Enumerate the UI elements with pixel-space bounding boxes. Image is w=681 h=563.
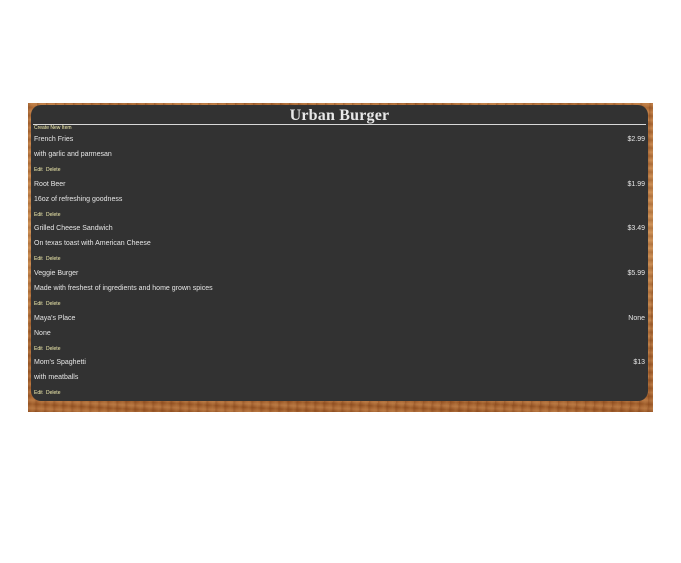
menu-item: French Fries $2.99 with garlic and parme…	[34, 136, 645, 180]
menu-item: Grilled Cheese Sandwich $3.49 On texas t…	[34, 225, 645, 269]
menu-item-actions: Edit Delete	[34, 167, 62, 173]
menu-item-actions: Edit Delete	[34, 212, 62, 218]
menu-item-actions: Edit Delete	[34, 346, 62, 352]
menu-item-price: None	[628, 315, 645, 322]
menu-item: Root Beer $1.99 16oz of refreshing goodn…	[34, 181, 645, 225]
menu-item-description: 16oz of refreshing goodness	[34, 196, 123, 203]
menu-item-description: Made with freshest of ingredients and ho…	[34, 285, 213, 292]
menu-item: Veggie Burger $5.99 Made with freshest o…	[34, 270, 645, 314]
delete-link[interactable]: Delete	[46, 301, 60, 307]
menu-item-description: with garlic and parmesan	[34, 151, 112, 158]
edit-link[interactable]: Edit	[34, 346, 43, 352]
menu-item-actions: Edit Delete	[34, 256, 62, 262]
delete-link[interactable]: Delete	[46, 212, 60, 218]
create-new-item-link[interactable]: Create New Item	[34, 125, 72, 131]
menu-item-actions: Edit Delete	[34, 390, 62, 396]
menu-item-description: None	[34, 330, 51, 337]
menu-item: Maya's Place None None Edit Delete	[34, 315, 645, 359]
menu-item-name: Root Beer	[34, 181, 66, 188]
menu-item-name: French Fries	[34, 136, 74, 143]
restaurant-title: Urban Burger	[289, 107, 390, 124]
menu-item-name: Mom's Spaghetti	[34, 359, 86, 366]
delete-link[interactable]: Delete	[46, 256, 60, 262]
delete-link[interactable]: Delete	[46, 167, 60, 173]
delete-link[interactable]: Delete	[46, 390, 60, 396]
menu-item-price: $3.49	[627, 225, 645, 232]
menu-item-name: Grilled Cheese Sandwich	[34, 225, 113, 232]
menu-item-actions: Edit Delete	[34, 301, 62, 307]
edit-link[interactable]: Edit	[34, 212, 43, 218]
menu-item-name: Maya's Place	[34, 315, 76, 322]
title-divider	[33, 124, 646, 125]
menu-item-description: with meatballs	[34, 374, 79, 381]
delete-link[interactable]: Delete	[46, 346, 60, 352]
edit-link[interactable]: Edit	[34, 167, 43, 173]
menu-item-name: Veggie Burger	[34, 270, 79, 277]
menu-item-price: $5.99	[627, 270, 645, 277]
menu-item-price: $2.99	[627, 136, 645, 143]
menu-item-price: $1.99	[627, 181, 645, 188]
edit-link[interactable]: Edit	[34, 390, 43, 396]
menu-item-description: On texas toast with American Cheese	[34, 240, 151, 247]
menu-item: Mom's Spaghetti $13 with meatballs Edit …	[34, 359, 645, 401]
edit-link[interactable]: Edit	[34, 256, 43, 262]
edit-link[interactable]: Edit	[34, 301, 43, 307]
menu-item-price: $13	[633, 359, 645, 366]
menu-panel: Urban Burger Create New Item French Frie…	[31, 105, 648, 401]
